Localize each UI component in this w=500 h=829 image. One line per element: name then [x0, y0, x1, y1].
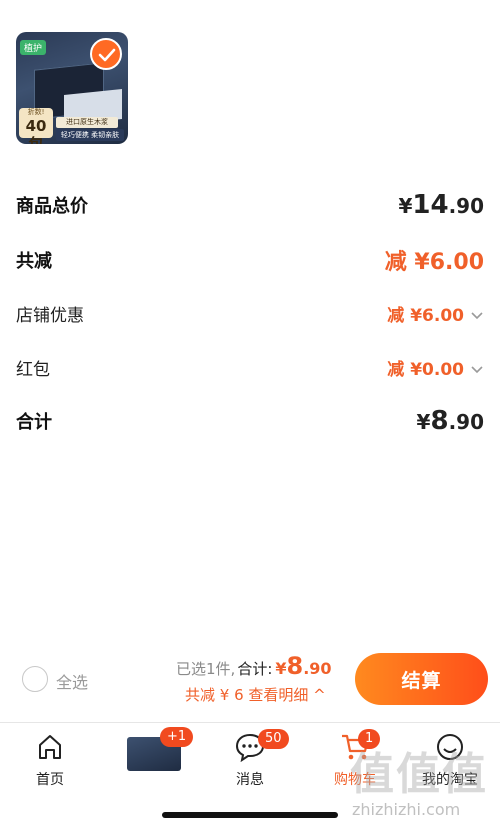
watermark: 值值值 [350, 749, 488, 800]
brand-tag: 植护 [20, 40, 47, 55]
shop-discount-value[interactable]: 减 ¥6.00 [387, 301, 484, 326]
red-packet-label: 红包 [16, 359, 50, 380]
red-packet-value[interactable]: 减 ¥0.00 [387, 355, 484, 380]
red-packet-row[interactable]: 红包 减 ¥0.00 [16, 352, 484, 382]
checkout-button[interactable]: 结算 [355, 653, 488, 705]
product-banner-bottom: 轻巧便携 柔韧亲肤 [56, 129, 124, 141]
selection-summary: 已选1件, 合计: ¥8.90 [176, 652, 332, 680]
product-selected-checkbox[interactable] [90, 38, 122, 70]
checkout-total-amount: ¥8.90 [275, 652, 332, 680]
select-all-radio[interactable] [22, 666, 48, 692]
select-all-label[interactable]: 全选 [56, 669, 88, 693]
tab-home[interactable]: 首页 [10, 731, 90, 789]
checkout-bar: 全选 已选1件, 合计: ¥8.90 共减 ¥ 6 查看明细 ^ 结算 [0, 650, 500, 712]
goods-total-label: 商品总价 [16, 196, 88, 217]
grand-total-row: 合计 ¥8.90 [16, 406, 484, 436]
checkmark-icon [98, 48, 116, 62]
home-indicator [162, 812, 338, 818]
view-discount-detail-link[interactable]: 共减 ¥ 6 查看明细 ^ [185, 684, 326, 705]
watermark-url: zhizhizhi.com [352, 800, 461, 819]
shop-discount-label: 店铺优惠 [16, 305, 84, 326]
pack-count-badge: 折数! 40包 [19, 108, 53, 144]
total-reduction-row: 共减 减 ¥6.00 [16, 245, 484, 275]
chevron-down-icon [471, 365, 483, 373]
chevron-down-icon [471, 311, 483, 319]
total-reduction-label: 共减 [16, 251, 52, 272]
product-banner-top: 进口原生木浆 [56, 117, 118, 128]
goods-total-row: 商品总价 ¥14.90 [16, 190, 484, 220]
grand-total-value: ¥8.90 [416, 406, 484, 436]
messages-badge: 50 [258, 729, 289, 749]
home-icon [39, 735, 61, 759]
grand-total-label: 合计 [16, 412, 52, 433]
total-reduction-value: 减 ¥6.00 [384, 250, 484, 275]
product-add-badge: +1 [160, 727, 194, 747]
shop-discount-row[interactable]: 店铺优惠 减 ¥6.00 [16, 298, 484, 328]
goods-total-value: ¥14.90 [398, 190, 484, 220]
